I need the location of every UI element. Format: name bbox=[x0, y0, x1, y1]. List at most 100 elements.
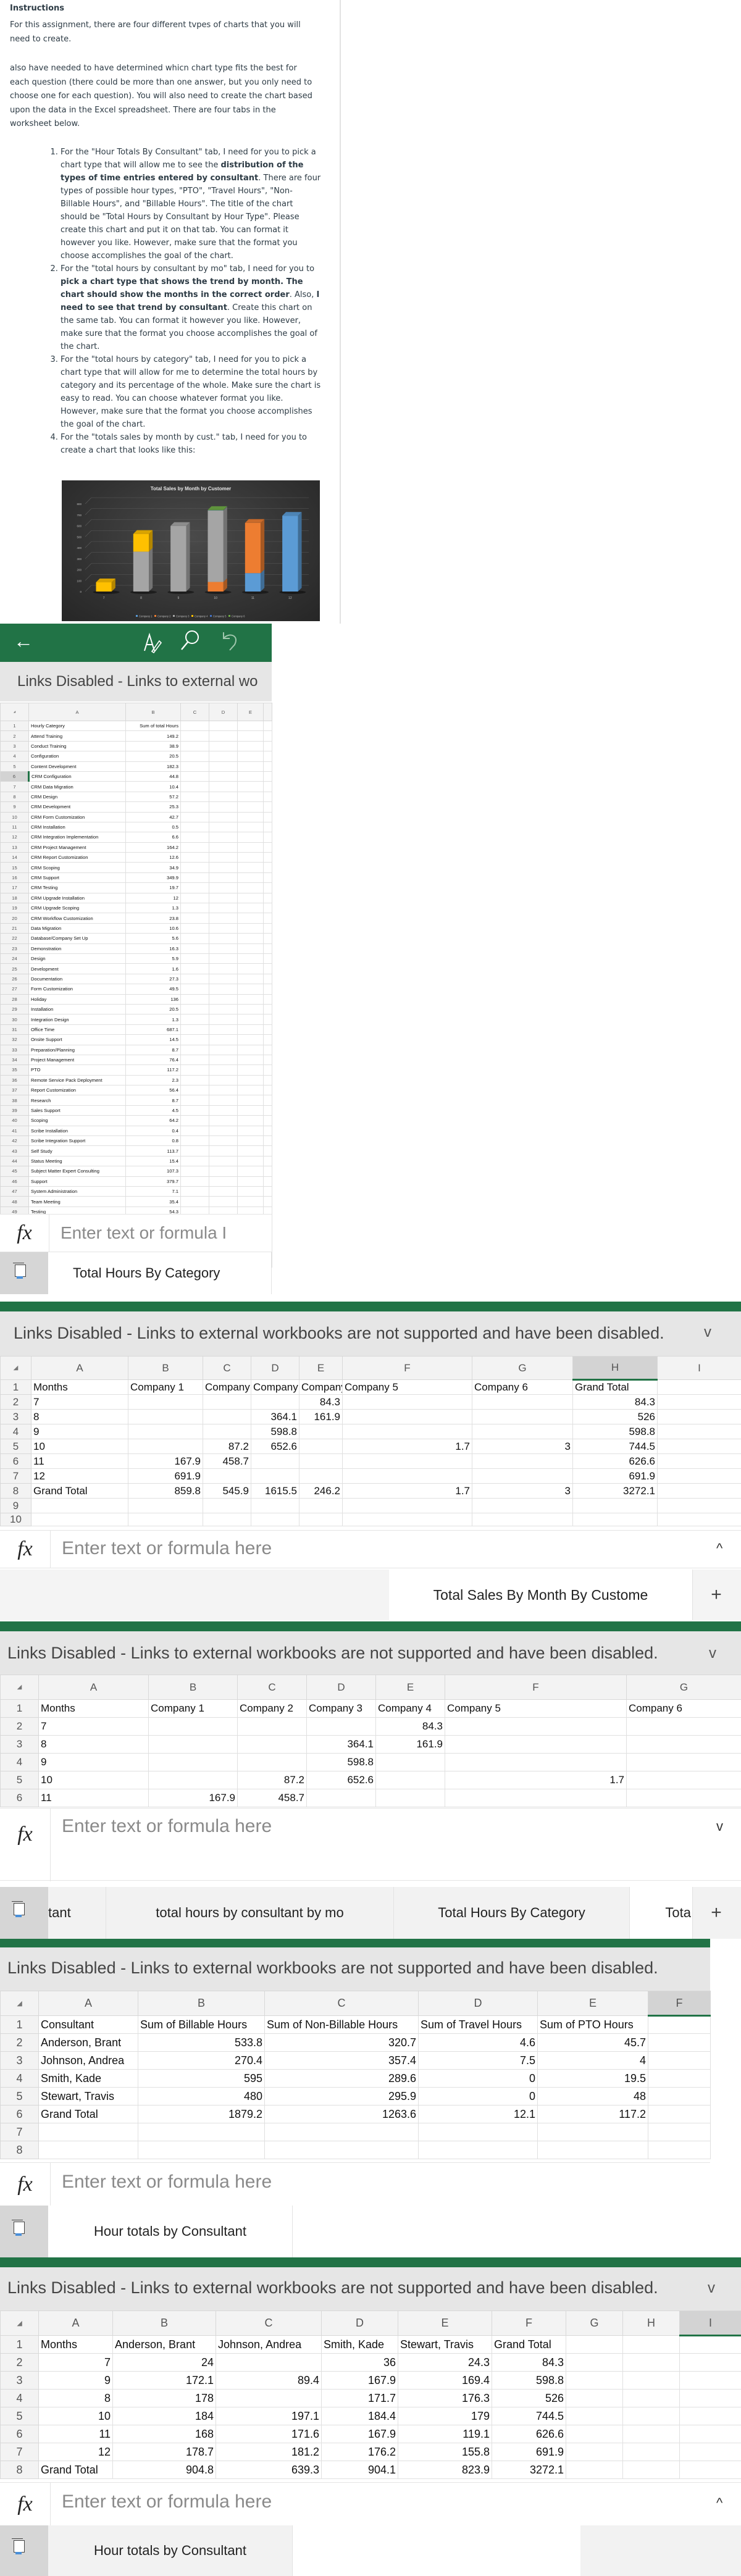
cell[interactable]: 859.8 bbox=[128, 1483, 203, 1499]
cell[interactable]: 10.4 bbox=[125, 781, 181, 792]
cell[interactable] bbox=[263, 740, 272, 752]
cell[interactable] bbox=[537, 2141, 648, 2159]
row-number[interactable]: 4 bbox=[0, 2069, 39, 2088]
row-number[interactable]: 8 bbox=[0, 1483, 31, 1499]
cell[interactable]: 8 bbox=[38, 1735, 149, 1754]
cell[interactable]: 8.7 bbox=[125, 1095, 181, 1106]
cell[interactable] bbox=[648, 2141, 711, 2159]
tab-total-hours-by-consultant-by-mo[interactable]: total hours by consultant by mo bbox=[106, 1887, 394, 1939]
cell[interactable]: 1.7 bbox=[445, 1771, 627, 1789]
cell[interactable]: 24.3 bbox=[398, 2353, 492, 2372]
cell[interactable] bbox=[180, 1115, 209, 1126]
cell[interactable]: 12 bbox=[38, 2443, 113, 2461]
cell[interactable] bbox=[237, 1003, 264, 1015]
cell[interactable]: Company 2 bbox=[203, 1379, 251, 1395]
cell[interactable] bbox=[648, 2051, 711, 2070]
cell[interactable]: 12 bbox=[31, 1468, 128, 1484]
cell[interactable]: 691.9 bbox=[128, 1468, 203, 1484]
cell[interactable] bbox=[237, 1074, 264, 1086]
cell[interactable]: Design bbox=[28, 953, 126, 964]
column-header-b[interactable]: B bbox=[128, 1356, 203, 1380]
cell[interactable]: 34.9 bbox=[125, 862, 181, 873]
row-number[interactable]: 20 bbox=[0, 913, 29, 924]
undo-icon[interactable] bbox=[221, 630, 238, 654]
cell[interactable] bbox=[418, 2123, 538, 2141]
cell[interactable] bbox=[299, 1439, 343, 1454]
cell[interactable] bbox=[375, 1771, 445, 1789]
cell[interactable] bbox=[657, 1439, 741, 1454]
row-number[interactable]: 3 bbox=[0, 1409, 31, 1424]
formula-input[interactable]: Enter text or formula here bbox=[62, 1816, 272, 1837]
cell[interactable]: 171.6 bbox=[216, 2425, 322, 2443]
spreadsheet-grid-monthly[interactable]: ◢ A B C D E F G H I 1 Months Anderson, Brant Johnson… bbox=[0, 2310, 741, 2479]
cell[interactable] bbox=[180, 771, 209, 782]
column-header-h[interactable]: H bbox=[572, 1356, 658, 1381]
column-header-g[interactable]: G bbox=[626, 1675, 741, 1700]
cell[interactable] bbox=[237, 761, 264, 772]
cell[interactable] bbox=[263, 852, 272, 863]
cell[interactable]: CRM Scoping bbox=[28, 862, 126, 873]
formula-input[interactable]: Enter text or formula here bbox=[62, 2491, 272, 2512]
cell[interactable] bbox=[657, 1424, 741, 1439]
cell[interactable] bbox=[203, 1498, 251, 1513]
cell[interactable]: 3272.1 bbox=[492, 2461, 566, 2479]
cell[interactable]: 172.1 bbox=[112, 2371, 216, 2390]
column-header-c[interactable]: C bbox=[237, 1675, 307, 1700]
cell[interactable] bbox=[237, 811, 264, 822]
cell[interactable] bbox=[375, 1753, 445, 1771]
row-number[interactable]: 1 bbox=[0, 2015, 39, 2034]
cell[interactable]: Grand Total bbox=[572, 1379, 658, 1395]
cell[interactable] bbox=[679, 2443, 741, 2461]
cell[interactable]: Sum of Non-Billable Hours bbox=[264, 2015, 419, 2034]
cell[interactable]: 5.6 bbox=[125, 933, 181, 944]
cell[interactable] bbox=[445, 1717, 627, 1736]
draw-pen-icon[interactable] bbox=[143, 632, 162, 656]
cell[interactable] bbox=[180, 1135, 209, 1147]
cell[interactable]: 197.1 bbox=[216, 2407, 322, 2425]
row-number[interactable]: 2 bbox=[0, 1717, 39, 1736]
cell[interactable] bbox=[180, 1014, 209, 1025]
row-number[interactable]: 5 bbox=[0, 761, 29, 772]
cell[interactable]: 42.7 bbox=[125, 811, 181, 822]
cell[interactable]: 526 bbox=[572, 1409, 658, 1424]
row-number[interactable]: 2 bbox=[0, 2353, 39, 2372]
spreadsheet-grid-category[interactable]: ◢ A B C D E 1 Hourly Category Sum of total Hour… bbox=[0, 703, 272, 1268]
cell[interactable]: Months bbox=[38, 2335, 113, 2354]
cell[interactable] bbox=[342, 1498, 472, 1513]
cell[interactable] bbox=[209, 791, 238, 803]
cell[interactable] bbox=[472, 1409, 573, 1424]
cell[interactable]: Grand Total bbox=[31, 1483, 128, 1499]
cell[interactable]: 1263.6 bbox=[264, 2105, 419, 2123]
cell[interactable] bbox=[237, 943, 264, 954]
cell[interactable] bbox=[180, 1074, 209, 1086]
cell[interactable]: Office Time bbox=[28, 1024, 126, 1035]
cell[interactable] bbox=[209, 751, 238, 762]
row-number[interactable]: 3 bbox=[0, 2371, 39, 2390]
cell[interactable]: Johnson, Andrea bbox=[216, 2335, 322, 2354]
cell[interactable] bbox=[209, 852, 238, 863]
formula-input[interactable]: Enter text or formula here bbox=[62, 1538, 272, 1559]
cell[interactable] bbox=[566, 2443, 623, 2461]
cell[interactable] bbox=[375, 1789, 445, 1807]
cell[interactable]: Conduct Training bbox=[28, 740, 126, 752]
cell[interactable] bbox=[180, 821, 209, 833]
row-number[interactable]: 18 bbox=[0, 892, 29, 904]
cell[interactable]: 107.3 bbox=[125, 1166, 181, 1177]
cell[interactable]: Support bbox=[28, 1176, 126, 1187]
cell[interactable]: 171.7 bbox=[321, 2389, 398, 2407]
cell[interactable] bbox=[626, 1717, 741, 1736]
cell[interactable] bbox=[657, 1453, 741, 1469]
cell[interactable] bbox=[180, 1095, 209, 1106]
cell[interactable] bbox=[237, 1034, 264, 1045]
row-number[interactable]: 5 bbox=[0, 2407, 39, 2425]
cell[interactable] bbox=[209, 730, 238, 742]
cell[interactable] bbox=[209, 882, 238, 893]
cell[interactable] bbox=[342, 1513, 472, 1526]
cell[interactable]: Demonstration bbox=[28, 943, 126, 954]
cell[interactable]: Smith, Kade bbox=[38, 2069, 138, 2088]
cell[interactable]: Company 5 bbox=[445, 1699, 627, 1718]
cell[interactable] bbox=[216, 2353, 322, 2372]
cell[interactable] bbox=[209, 1105, 238, 1116]
cell[interactable] bbox=[237, 993, 264, 1005]
cell[interactable] bbox=[209, 913, 238, 924]
